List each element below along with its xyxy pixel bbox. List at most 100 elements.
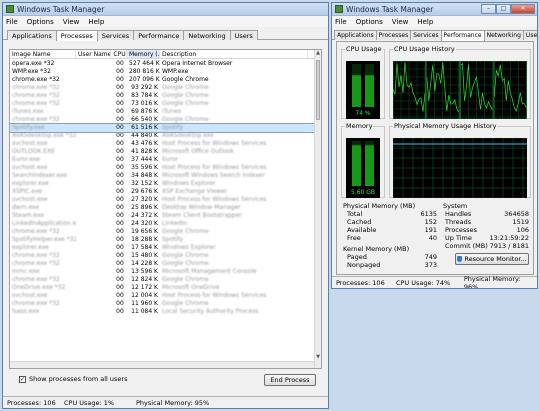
process-row[interactable]: chrome.exe *32 00 12 824 K Google Chrome (10, 276, 314, 284)
tab-processes[interactable]: Processes (55, 30, 98, 41)
tab-applications[interactable]: Applications (7, 30, 57, 40)
stat-label: Free (347, 234, 361, 242)
process-row[interactable]: svchost.exe 00 43 476 K Host Process for Wi… (10, 140, 314, 148)
process-row[interactable]: Steam.exe 00 24 372 K Steam Client Bootstra… (10, 212, 314, 220)
process-row[interactable]: SpotifyHelper.exe *32 00 18 288 K Spotify (10, 236, 314, 244)
title-bar[interactable]: Windows Task Manager – □ ✕ (332, 3, 537, 16)
stat-value: 106 (516, 226, 529, 234)
row-cpu: 00 (116, 148, 124, 155)
tab-performance[interactable]: Performance (133, 30, 185, 40)
row-memory: 18 288 K (131, 236, 158, 243)
process-row[interactable]: SearchIndexer.exe 00 34 848 K Microsoft Win… (10, 172, 314, 180)
show-all-users-checkbox[interactable]: ✓ Show processes from all users (19, 375, 127, 383)
process-row[interactable]: Euror.exe 00 37 444 K Euror (10, 156, 314, 164)
tab-performance[interactable]: Performance (440, 30, 485, 41)
process-row[interactable]: chrome.exe *32 00 73 016 K Google Chrome (10, 100, 314, 108)
menu-view[interactable]: View (392, 18, 409, 26)
status-bar: Processes: 106 CPU Usage: 74% Physical M… (332, 275, 537, 288)
process-row[interactable]: lsass.exe 00 11 084 K Local Security Author… (10, 308, 314, 316)
process-row[interactable]: AVASdesktop.exe *32 00 44 840 K AVASdesktop… (10, 132, 314, 140)
process-row[interactable]: chrome.exe *32 00 93 292 K Google Chrome (10, 84, 314, 92)
process-table-header: Image Name User Name CPU Memory (... Des… (10, 50, 321, 59)
row-image-name: chrome.exe *32 (12, 92, 60, 99)
close-icon[interactable]: ✕ (511, 3, 535, 14)
process-row[interactable]: chrome.exe *32 00 14 228 K Google Chrome (10, 260, 314, 268)
row-image-name: XSPIC.exe (12, 188, 43, 195)
process-row[interactable]: XSPIC.exe 00 29 676 K XSP Exchange Viewer (10, 188, 314, 196)
title-bar[interactable]: Windows Task Manager (3, 3, 328, 16)
row-memory: 69 876 K (131, 108, 158, 115)
tab-users[interactable]: Users (229, 30, 258, 40)
process-row[interactable]: chrome.exe *32 00 19 656 K Google Chrome (10, 228, 314, 236)
row-cpu: 00 (116, 308, 124, 315)
process-list-vertical-scrollbar[interactable]: ▲ ▼ (314, 50, 321, 368)
menu-options[interactable]: Options (27, 18, 54, 26)
column-cpu[interactable]: CPU (111, 50, 127, 58)
row-description: Local Security Authority Process (162, 308, 259, 315)
menu-help[interactable]: Help (88, 18, 104, 26)
tab-applications[interactable]: Applications (334, 30, 377, 40)
row-description: Google Chrome (162, 260, 209, 267)
column-user-name[interactable]: User Name (76, 50, 111, 58)
process-row[interactable]: chrome.exe *32 00 207 096 K Google Chrome (10, 76, 314, 84)
row-image-name: LinkedInApplication.exe (12, 220, 76, 227)
column-image-name[interactable]: Image Name (10, 50, 76, 58)
minimize-icon[interactable]: – (481, 3, 496, 14)
row-user-name (76, 92, 111, 100)
process-row[interactable]: iTunes.exe 00 69 876 K iTunes (10, 108, 314, 116)
process-row[interactable]: OUTLOOK.EXE 00 41 828 K Microsoft Office Ou… (10, 148, 314, 156)
menu-file[interactable]: File (6, 18, 18, 26)
tab-services[interactable]: Services (96, 30, 135, 40)
process-row[interactable]: svchost.exe 00 12 004 K Host Process for Wi… (10, 292, 314, 300)
gauge-fill (352, 145, 361, 186)
tab-processes[interactable]: Processes (375, 30, 412, 40)
row-memory: 24 372 K (131, 212, 158, 219)
process-row[interactable]: opera.exe *32 00 527 464 K Opera Internet B… (10, 60, 314, 68)
row-user-name (76, 308, 111, 316)
end-process-button[interactable]: End Process (264, 374, 316, 386)
process-row[interactable]: explorer.exe 00 32 152 K Windows Explorer (10, 180, 314, 188)
stat-label: Threads (445, 218, 472, 226)
cpu-history-graph (393, 61, 527, 119)
process-row[interactable]: svchost.exe 00 35 596 K Host Process for Wi… (10, 164, 314, 172)
column-description[interactable]: Description (160, 50, 308, 58)
process-row[interactable]: LinkedInApplication.exe 00 24 320 K LinkedI… (10, 220, 314, 228)
process-row[interactable]: mmc.exe 00 13 596 K Microsoft Management Co… (10, 268, 314, 276)
row-user-name (76, 276, 111, 284)
column-memory[interactable]: Memory (... (127, 50, 160, 58)
row-image-name: chrome.exe *32 (12, 300, 60, 307)
stat-label: Paged (347, 253, 367, 261)
process-row[interactable]: chrome.exe *32 00 66 540 K Google Chrome (10, 116, 314, 124)
process-row[interactable]: chrome.exe *32 00 83 784 K Google Chrome (10, 92, 314, 100)
checkbox-checked-icon[interactable]: ✓ (19, 375, 26, 383)
memory-gauge: 5.60 GB (346, 138, 380, 198)
scroll-down-arrow-icon[interactable]: ▼ (315, 354, 321, 361)
menu-file[interactable]: File (335, 18, 347, 26)
tab-networking[interactable]: Networking (483, 30, 524, 40)
menu-view[interactable]: View (63, 18, 80, 26)
stat-row: Up Time 13:21:59:22 (445, 234, 529, 242)
row-user-name (76, 236, 111, 244)
row-cpu: 00 (116, 140, 124, 147)
menu-help[interactable]: Help (417, 18, 433, 26)
tab-networking[interactable]: Networking (183, 30, 231, 40)
process-row[interactable]: chrome.exe *32 00 15 480 K Google Chrome (10, 252, 314, 260)
tab-users[interactable]: Users (522, 30, 537, 40)
row-cpu: 00 (116, 188, 124, 195)
menu-options[interactable]: Options (356, 18, 383, 26)
process-row[interactable]: chrome.exe *32 00 11 960 K Google Chrome (10, 300, 314, 308)
row-description: Google Chrome (162, 100, 209, 107)
process-row[interactable]: dwm.exe 00 25 896 K Desktop Window Manager (10, 204, 314, 212)
process-row[interactable]: WMP.exe *32 00 280 816 K WMP.exe (10, 68, 314, 76)
scroll-up-arrow-icon[interactable]: ▲ (315, 50, 321, 57)
maximize-icon[interactable]: □ (496, 3, 511, 14)
cpu-history-title: CPU Usage History (394, 45, 455, 53)
resource-monitor-button[interactable]: Resource Monitor... (455, 253, 529, 265)
scroll-thumb[interactable] (316, 60, 320, 120)
process-row[interactable]: explorer.exe 00 17 584 K Windows Explorer (10, 244, 314, 252)
process-row[interactable]: OneDrive.exe *32 00 12 172 K Microsoft OneD… (10, 284, 314, 292)
process-row[interactable]: Spotify.exe 00 61 516 K Spotify (10, 123, 314, 133)
tab-services[interactable]: Services (410, 30, 442, 40)
process-list-horizontal-scrollbar[interactable] (10, 361, 314, 368)
process-row[interactable]: svchost.exe 00 27 320 K Host Process for Wi… (10, 196, 314, 204)
